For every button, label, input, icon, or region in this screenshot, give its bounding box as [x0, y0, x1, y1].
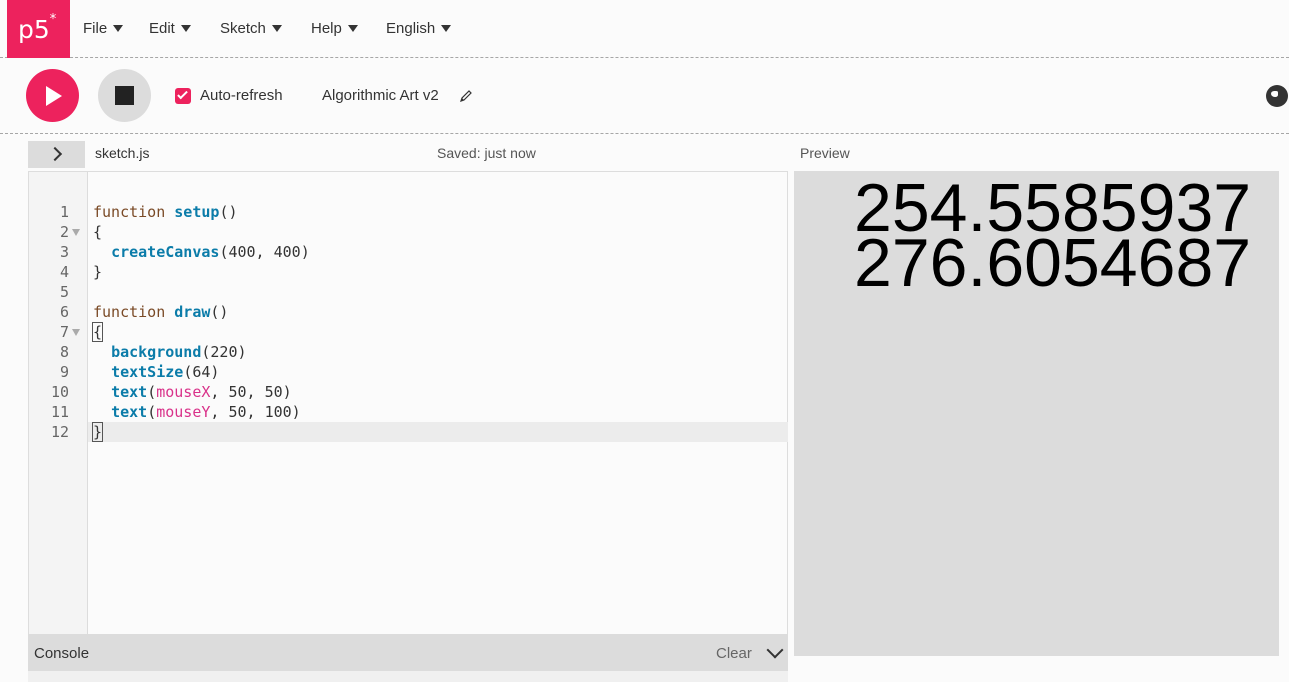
code-text[interactable]: background(220) — [93, 342, 246, 362]
code-text[interactable]: function setup() — [93, 202, 238, 222]
console-header: Console Clear — [28, 634, 788, 671]
chevron-down-icon[interactable] — [766, 641, 784, 659]
line-number: 6 — [59, 303, 69, 321]
stop-button[interactable] — [98, 69, 151, 122]
play-icon — [46, 86, 62, 106]
code-line[interactable]: 9 textSize(64) — [29, 362, 788, 382]
menu-sketch[interactable]: Sketch — [220, 20, 282, 40]
menu-edit-label: Edit — [149, 20, 175, 37]
caret-down-icon — [271, 24, 282, 32]
menu-language[interactable]: English — [386, 20, 452, 40]
code-line[interactable]: 2{ — [29, 222, 788, 242]
pencil-icon[interactable] — [459, 89, 473, 103]
line-number: 3 — [59, 243, 69, 261]
project-name[interactable]: Algorithmic Art v2 — [322, 87, 439, 104]
code-line[interactable]: 6 function draw() — [29, 302, 788, 322]
code-line[interactable]: 1 function setup() — [29, 202, 788, 222]
code-line[interactable]: 8 background(220) — [29, 342, 788, 362]
caret-down-icon — [347, 24, 358, 32]
line-number: 8 — [59, 343, 69, 361]
menu-file[interactable]: File — [83, 20, 124, 40]
menu-edit[interactable]: Edit — [149, 20, 191, 40]
code-line[interactable]: 5 — [29, 282, 788, 302]
checkmark-icon — [177, 88, 188, 100]
code-text[interactable]: text(mouseX, 50, 50) — [93, 382, 292, 402]
line-number: 7 — [59, 323, 69, 341]
menu-sketch-label: Sketch — [220, 20, 266, 37]
code-text[interactable]: function draw() — [93, 302, 228, 322]
code-text[interactable]: { — [93, 222, 102, 242]
play-button[interactable] — [26, 69, 79, 122]
logo-star: * — [49, 11, 57, 27]
globe-icon[interactable] — [1266, 85, 1288, 107]
code-editor[interactable]: 1 function setup() 2{3 createCanvas(400, 4… — [28, 171, 788, 635]
saved-status: Saved: just now — [437, 145, 536, 161]
menu-help-label: Help — [311, 20, 342, 37]
menu-language-label: English — [386, 20, 436, 37]
auto-refresh-checkbox[interactable] — [175, 88, 191, 104]
logo-text: p5 — [18, 15, 50, 44]
code-text[interactable]: text(mouseY, 50, 100) — [93, 402, 301, 422]
console-clear-button[interactable]: Clear — [716, 645, 752, 662]
code-line[interactable]: 7{ — [29, 322, 788, 342]
code-line[interactable]: 3 createCanvas(400, 400) — [29, 242, 788, 262]
line-number: 5 — [59, 283, 69, 301]
chevron-right-icon — [47, 146, 63, 162]
code-text[interactable]: { — [91, 322, 104, 342]
code-line[interactable]: 12} — [29, 422, 788, 442]
code-text[interactable]: } — [91, 422, 104, 442]
sidebar-toggle-button[interactable] — [28, 141, 85, 168]
code-line[interactable]: 10 text(mouseX, 50, 50) — [29, 382, 788, 402]
top-nav: p5* File Edit Sketch Help English — [0, 0, 1289, 58]
caret-down-icon — [441, 24, 452, 32]
menu-help[interactable]: Help — [311, 20, 358, 40]
stop-icon — [115, 86, 134, 105]
line-number: 10 — [50, 383, 69, 401]
fold-arrow-icon[interactable] — [72, 329, 80, 336]
code-text[interactable]: textSize(64) — [93, 362, 219, 382]
code-text[interactable]: createCanvas(400, 400) — [93, 242, 310, 262]
console-output — [28, 671, 788, 682]
line-number: 2 — [59, 223, 69, 241]
preview-canvas[interactable]: 254.5585937 276.6054687 — [794, 171, 1279, 656]
code-text[interactable]: } — [93, 262, 102, 282]
fold-arrow-icon[interactable] — [72, 229, 80, 236]
caret-down-icon — [180, 24, 191, 32]
line-number: 1 — [59, 203, 69, 221]
toolbar: Auto-refresh Algorithmic Art v2 — [0, 59, 1289, 134]
menu-file-label: File — [83, 20, 108, 37]
console-label: Console — [34, 645, 90, 662]
preview-mouse-y: 276.6054687 — [854, 225, 1252, 301]
line-number: 12 — [50, 423, 69, 441]
caret-down-icon — [113, 24, 124, 32]
line-number: 4 — [59, 263, 69, 281]
code-line[interactable]: 4} — [29, 262, 788, 282]
auto-refresh-label[interactable]: Auto-refresh — [200, 87, 283, 104]
preview-label: Preview — [800, 145, 850, 161]
code-line[interactable]: 11 text(mouseY, 50, 100) — [29, 402, 788, 422]
line-number: 11 — [50, 403, 69, 421]
p5-logo[interactable]: p5* — [7, 0, 70, 58]
file-tab-name[interactable]: sketch.js — [95, 145, 149, 161]
line-number: 9 — [59, 363, 69, 381]
